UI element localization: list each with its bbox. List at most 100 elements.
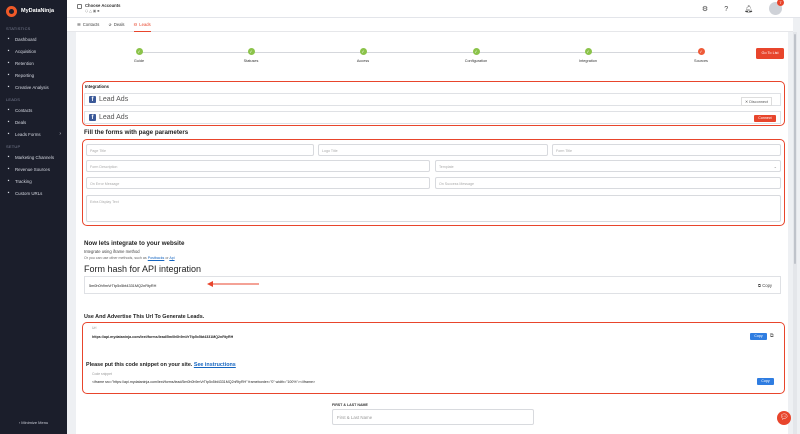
- grid-icon: ▪: [7, 35, 10, 42]
- tab-leads[interactable]: ☲ Leads: [133, 18, 151, 32]
- creative-icon: ▪: [7, 83, 10, 90]
- sidebar-item-custom-urls[interactable]: ▪ Custom URLs: [0, 187, 67, 199]
- integration-row-lead-ads-2: f Lead Ads Connect: [84, 111, 781, 124]
- sidebar-item-label: Custom URLs: [15, 190, 43, 196]
- tab-deals[interactable]: ✰ Deals: [108, 18, 124, 32]
- api-link[interactable]: Api: [169, 256, 174, 260]
- copy-snippet-button[interactable]: Copy: [757, 378, 774, 385]
- setup-stepper: ✓ Guide ✓ Statuses ✓ Access ✓ Configuration …: [76, 32, 788, 70]
- sidebar-item-label: Acquisition: [15, 48, 37, 54]
- step-sources[interactable]: ✓ Sources: [671, 48, 731, 63]
- account-icon: [77, 4, 82, 9]
- sidebar-item-label: Tracking: [15, 178, 32, 184]
- logo-icon: [6, 5, 17, 17]
- brand[interactable]: MyDataNinja: [0, 0, 67, 22]
- sidebar-item-leads-forms[interactable]: ▪ Leads Forms ›: [0, 128, 67, 140]
- step-integration[interactable]: ✓ Integration: [558, 48, 618, 63]
- go-to-list-button[interactable]: Go To List: [756, 48, 784, 59]
- integration-row-lead-ads: f Lead Ads ✕ Disconnect: [84, 93, 781, 106]
- hash-title: Form hash for API integration: [84, 264, 202, 274]
- sidebar-section-title: SETUP: [6, 144, 21, 149]
- url-label: Url: [92, 326, 97, 330]
- step-statuses[interactable]: ✓ Statuses: [221, 48, 281, 63]
- sidebar-section-title: STATISTICS: [6, 26, 31, 31]
- sidebar-item-label: Deals: [15, 119, 27, 125]
- snippet-title: Please put this code snippet on your sit…: [86, 362, 236, 368]
- step-access[interactable]: ✓ Access: [333, 48, 393, 63]
- pointer-arrow-icon: [207, 281, 259, 287]
- account-name: Choose Accounts: [85, 3, 121, 8]
- step-configuration[interactable]: ✓ Configuration: [446, 48, 506, 63]
- sidebar-item-contacts[interactable]: ▪ Contacts: [0, 104, 67, 116]
- form-description-input[interactable]: Form Description: [86, 160, 430, 172]
- integrate-subtitle: Integrate using iframe method: [84, 249, 140, 254]
- code-snippet-value[interactable]: <iframe src="https://api.mydataninja.com…: [92, 380, 315, 384]
- sidebar-item-label: Creative Analysis: [15, 84, 49, 90]
- sidebar-item-tracking[interactable]: ▪ Tracking: [0, 175, 67, 187]
- first-last-name-input[interactable]: First & Last Name: [332, 409, 534, 425]
- sidebar-item-marketing-channels[interactable]: ▪ Marketing Channels: [0, 151, 67, 163]
- sidebar-item-label: Contacts: [15, 107, 33, 113]
- report-icon: ▪: [7, 71, 10, 78]
- facebook-icon: f: [89, 114, 96, 121]
- params-title: Fill the forms with page parameters: [84, 129, 189, 136]
- topbar: Choose Accounts ⬡ △ ▣ ■ ⚙ ? 🔔︎ 7: [67, 0, 800, 18]
- success-message-input[interactable]: On Success Message: [435, 177, 781, 189]
- copy-icon: ⧉: [758, 283, 762, 288]
- retention-icon: ▪: [7, 59, 10, 66]
- sidebar-item-retention[interactable]: ▪ Retention: [0, 57, 67, 69]
- contacts-tab-icon: ☰: [77, 22, 81, 27]
- hash-value: 5m0h0h9mVrTtp5x5bt4331MQ2nRtyRH: [89, 284, 157, 288]
- minimize-menu-button[interactable]: ‹ Minimize Menu: [0, 420, 67, 425]
- trend-icon: ▪: [7, 47, 10, 54]
- sidebar-item-acquisition[interactable]: ▪ Acquisition: [0, 45, 67, 57]
- external-link-icon[interactable]: ⧉: [770, 333, 774, 339]
- template-select[interactable]: Template ⌄: [435, 160, 781, 172]
- sidebar-item-revenue-sources[interactable]: ▪ Revenue Sources: [0, 163, 67, 175]
- sidebar-section-title: LEADS: [6, 97, 21, 102]
- sidebar-item-creative-analysis[interactable]: ▪ Creative Analysis: [0, 81, 67, 93]
- connect-button[interactable]: Connect: [754, 114, 776, 122]
- sidebar-item-reporting[interactable]: ▪ Reporting: [0, 69, 67, 81]
- form-title-input[interactable]: Form Title: [552, 144, 781, 156]
- chat-icon[interactable]: 💬︎: [777, 411, 791, 425]
- help-icon[interactable]: ?: [724, 6, 728, 14]
- sidebar-item-dashboard[interactable]: ▪ Dashboard: [0, 33, 67, 45]
- bell-icon[interactable]: 🔔︎: [744, 6, 753, 14]
- deals-tab-icon: ✰: [108, 22, 112, 27]
- chevron-right-icon: ›: [59, 131, 61, 137]
- leads-tabs: ☰ Contacts ✰ Deals ☲ Leads: [67, 18, 793, 32]
- forms-icon: ▪: [7, 130, 10, 137]
- account-platforms: ⬡ △ ▣ ■: [85, 9, 100, 13]
- deals-icon: ▪: [7, 118, 10, 125]
- account-switcher[interactable]: Choose Accounts ⬡ △ ▣ ■: [77, 3, 120, 13]
- disconnect-button[interactable]: ✕ Disconnect: [740, 97, 772, 106]
- extra-display-text-input[interactable]: Extra Display Text: [86, 195, 781, 222]
- hash-field[interactable]: 5m0h0h9mVrTtp5x5bt4331MQ2nRtyRH ⧉ Copy: [84, 276, 781, 294]
- code-label: Code snippet: [92, 372, 112, 376]
- integrations-title: Integrations: [85, 84, 109, 89]
- channels-icon: ▪: [7, 153, 10, 160]
- page-title-input[interactable]: Page Title: [86, 144, 314, 156]
- copy-url-button[interactable]: Copy: [750, 333, 767, 340]
- see-instructions-link[interactable]: See instructions: [194, 362, 236, 368]
- sidebar-item-deals[interactable]: ▪ Deals: [0, 116, 67, 128]
- step-guide[interactable]: ✓ Guide: [109, 48, 169, 63]
- error-message-input[interactable]: On Error Message: [86, 177, 430, 189]
- tracking-icon: ▪: [7, 177, 10, 184]
- facebook-icon: f: [89, 96, 96, 103]
- sidebar-item-label: Dashboard: [15, 36, 37, 42]
- logo-title-input[interactable]: Logo Title: [318, 144, 548, 156]
- integrate-hint: Or you can use other methods, such as Po…: [84, 256, 175, 260]
- gear-icon[interactable]: ⚙: [702, 6, 708, 14]
- lead-url-value[interactable]: https://api.mydataninja.com/lext/forms/l…: [92, 335, 233, 339]
- postbacks-link[interactable]: Postbacks: [148, 256, 165, 260]
- avatar[interactable]: 7: [769, 0, 784, 15]
- scrollbar-thumb[interactable]: [794, 34, 796, 264]
- sidebar-item-label: Leads Forms: [15, 131, 41, 137]
- link-icon: ▪: [7, 189, 10, 196]
- copy-hash-button[interactable]: ⧉ Copy: [758, 283, 772, 288]
- sidebar: MyDataNinja STATISTICS ▪ Dashboard ▪ Acquisi…: [0, 0, 67, 434]
- tab-contacts[interactable]: ☰ Contacts: [77, 18, 99, 32]
- contacts-icon: ▪: [7, 106, 10, 113]
